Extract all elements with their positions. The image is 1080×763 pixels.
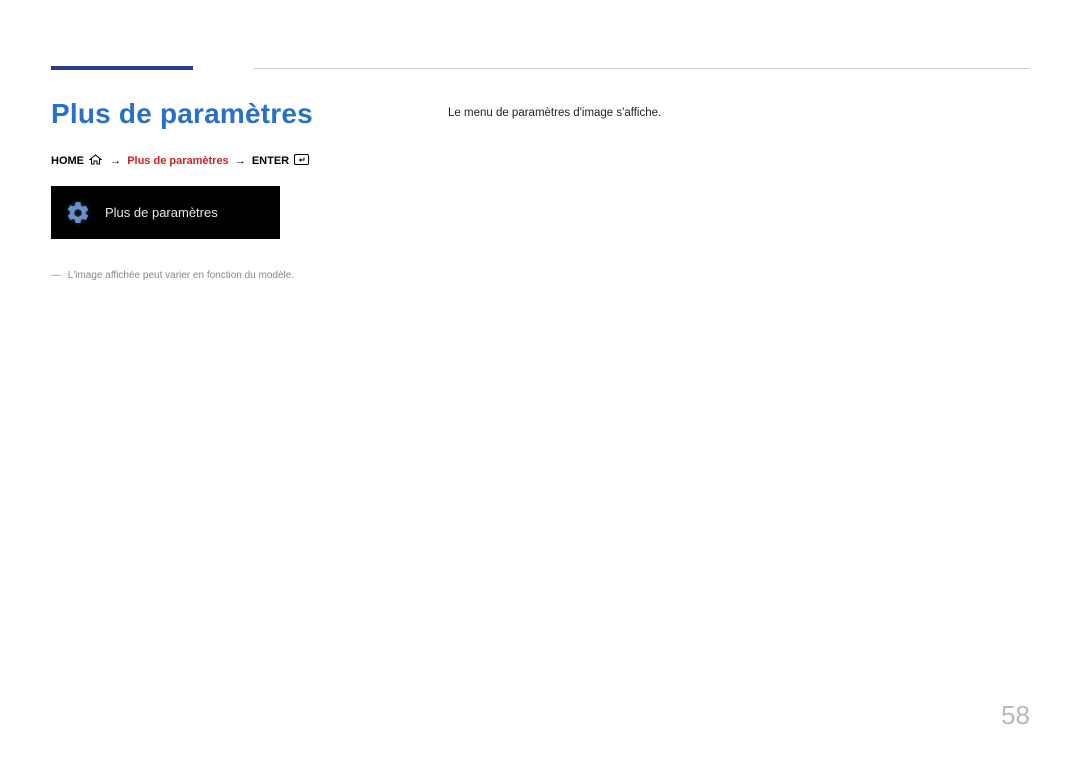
footnote: ― L'image affichée peut varier en foncti… bbox=[51, 270, 294, 281]
breadcrumb-current: Plus de paramètres bbox=[127, 155, 229, 167]
footnote-dash: ― bbox=[51, 270, 61, 281]
header-accent-bar bbox=[51, 66, 193, 70]
breadcrumb: HOME → Plus de paramètres → ENTER bbox=[51, 154, 309, 168]
page-title: Plus de paramètres bbox=[51, 98, 313, 130]
gear-icon bbox=[51, 200, 105, 226]
breadcrumb-arrow-1: → bbox=[110, 155, 121, 167]
footnote-text: L'image affichée peut varier en fonction… bbox=[68, 270, 294, 281]
enter-icon bbox=[294, 154, 309, 168]
header-divider bbox=[254, 68, 1030, 69]
settings-tile: Plus de paramètres bbox=[51, 186, 280, 239]
breadcrumb-arrow-2: → bbox=[235, 155, 246, 167]
settings-tile-label: Plus de paramètres bbox=[105, 205, 218, 220]
page-number: 58 bbox=[1001, 700, 1030, 731]
home-icon bbox=[89, 154, 102, 168]
breadcrumb-enter-label: ENTER bbox=[252, 155, 289, 167]
manual-page: Plus de paramètres HOME → Plus de paramè… bbox=[0, 0, 1080, 763]
breadcrumb-home-label: HOME bbox=[51, 155, 84, 167]
right-column-description: Le menu de paramètres d'image s'affiche. bbox=[448, 107, 661, 119]
